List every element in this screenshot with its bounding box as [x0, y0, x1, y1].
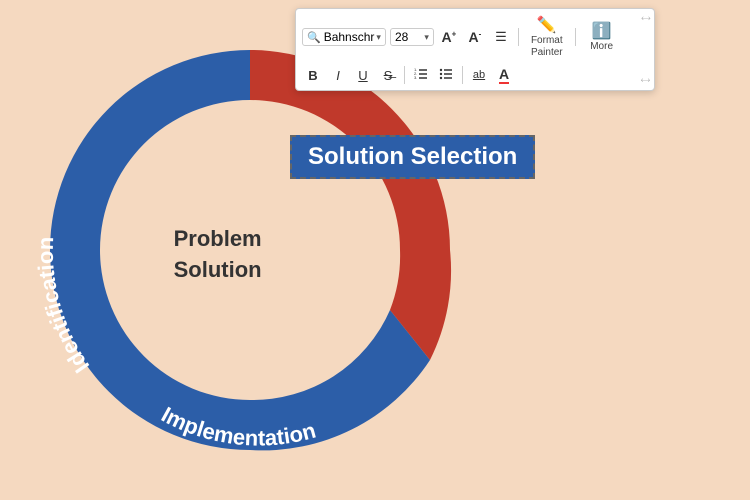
bold-button[interactable]: B — [302, 64, 324, 86]
separator1 — [518, 28, 519, 46]
separator2 — [575, 28, 576, 46]
font-color-button[interactable]: A — [493, 64, 515, 86]
center-line1: Problem — [174, 226, 262, 251]
unordered-list-button[interactable] — [435, 64, 457, 86]
ordered-list-icon: 1.2.3. — [414, 67, 428, 84]
underline-text-button[interactable]: ab — [468, 64, 490, 86]
font-size-selector[interactable]: 28 ▾ — [390, 28, 434, 46]
format-painter-label: FormatPainter — [531, 35, 563, 59]
decrease-font-icon: A- — [469, 29, 482, 45]
increase-font-button[interactable]: A+ — [438, 26, 460, 48]
more-button[interactable]: ℹ️ More — [582, 19, 622, 55]
center-text: Problem Solution — [174, 224, 262, 286]
align-icon: ☰ — [495, 29, 507, 45]
ab-underline-icon: ab — [473, 69, 485, 81]
increase-font-icon: A+ — [442, 29, 457, 45]
toolbar-row2: B I U S̶ 1.2.3. ab A — [302, 64, 648, 86]
more-icon: ℹ️ — [592, 21, 612, 41]
underline-button[interactable]: U — [352, 64, 374, 86]
format-painter-icon: ✏️ — [537, 15, 557, 35]
underline-icon: U — [358, 68, 367, 83]
italic-icon: I — [336, 68, 340, 83]
format-painter-button[interactable]: ✏️ FormatPainter — [525, 13, 569, 61]
font-size-dropdown-arrow: ▾ — [424, 32, 429, 43]
selected-text-content: Solution Selection — [308, 143, 517, 170]
font-size-display: 28 — [395, 30, 424, 44]
font-dropdown-arrow: ▾ — [376, 32, 381, 43]
bold-icon: B — [308, 68, 317, 83]
font-name-display: Bahnschr — [324, 30, 375, 44]
align-button[interactable]: ☰ — [490, 26, 512, 48]
ordered-list-button[interactable]: 1.2.3. — [410, 64, 432, 86]
separator4 — [462, 66, 463, 84]
selected-text-box[interactable]: Solution Selection — [290, 135, 535, 179]
toolbar-row1: 🔍 Bahnschr ▾ 28 ▾ A+ A- ☰ ✏️ FormatPaint… — [302, 13, 648, 64]
strikethrough-button[interactable]: S̶ — [377, 64, 399, 86]
center-line2: Solution — [174, 257, 262, 282]
more-label: More — [590, 41, 613, 53]
separator3 — [404, 66, 405, 84]
italic-button[interactable]: I — [327, 64, 349, 86]
svg-text:3.: 3. — [414, 75, 417, 80]
font-color-icon: A — [499, 66, 509, 84]
font-family-selector[interactable]: 🔍 Bahnschr ▾ — [302, 28, 386, 46]
formatting-toolbar: ⤢ 🔍 Bahnschr ▾ 28 ▾ A+ A- ☰ ✏️ FormatPai… — [295, 8, 655, 91]
decrease-font-button[interactable]: A- — [464, 26, 486, 48]
font-search-icon: 🔍 — [307, 31, 321, 44]
unordered-list-icon — [439, 67, 453, 84]
strikethrough-icon: S̶ — [384, 68, 393, 83]
